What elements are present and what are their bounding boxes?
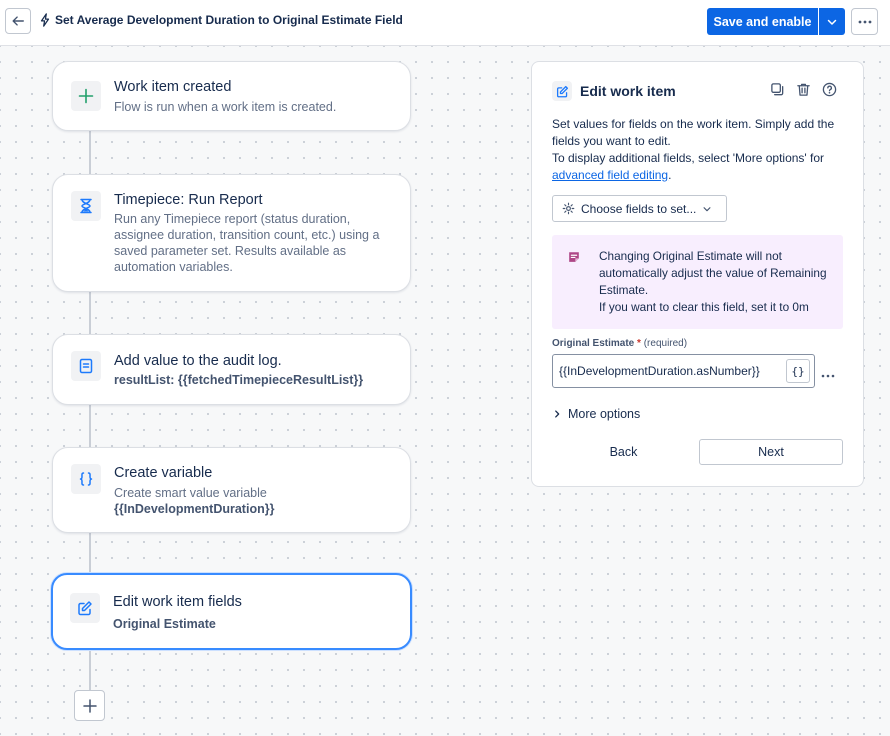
required-mark: *: [637, 338, 641, 349]
audit-log-prefix: resultList:: [114, 373, 178, 387]
notice-text: Changing Original Estimate will not auto…: [599, 248, 834, 316]
audit-log-value: {{fetchedTimepieceResultList}}: [177, 373, 364, 387]
info-notice: Changing Original Estimate will not auto…: [552, 235, 843, 329]
page-title: Set Average Development Duration to Orig…: [55, 13, 403, 27]
field-label-text: Original Estimate: [552, 338, 635, 349]
original-estimate-value: {{InDevelopmentDuration.asNumber}}: [559, 364, 760, 378]
note-icon: [567, 250, 581, 269]
flow-connector: [89, 405, 91, 447]
action-icon-box: [71, 351, 101, 381]
edit-icon: [78, 601, 92, 616]
step-title: Work item created: [114, 79, 232, 95]
copy-icon[interactable]: [770, 82, 785, 97]
required-text: (required): [643, 338, 688, 349]
description-line-1: Set values for fields on the work item. …: [552, 117, 835, 148]
variable-name: {{InDevelopmentDuration}}: [114, 502, 275, 516]
step-title: Add value to the audit log.: [114, 353, 282, 369]
trigger-icon-box: [71, 81, 101, 111]
step-title: Create variable: [114, 465, 213, 481]
description-end: .: [668, 168, 672, 182]
header-bar: Set Average Development Duration to Orig…: [0, 0, 890, 46]
flow-step-create-variable[interactable]: Create variable Create smart value varia…: [52, 447, 411, 533]
chevron-down-icon: [703, 206, 711, 211]
help-icon[interactable]: [822, 82, 837, 97]
hourglass-icon: [80, 198, 92, 214]
action-icon-box: [71, 464, 101, 494]
panel-header: Edit work item: [552, 81, 676, 101]
plus-icon: [78, 88, 94, 104]
next-step-button[interactable]: Next: [699, 439, 843, 465]
add-step-button[interactable]: [74, 690, 105, 721]
back-button[interactable]: [5, 8, 31, 34]
flow-connector: [89, 131, 91, 174]
description-line-2-text: To display additional fields, select 'Mo…: [552, 151, 825, 165]
panel-icon-box: [552, 81, 572, 101]
trash-icon[interactable]: [796, 82, 811, 97]
step-description: Original Estimate: [113, 617, 216, 631]
more-options-toggle[interactable]: More options: [552, 407, 640, 421]
curly-braces-icon: [79, 472, 93, 486]
back-step-button[interactable]: Back: [552, 439, 695, 465]
more-actions-button[interactable]: [851, 8, 878, 35]
edit-icon: [556, 85, 568, 97]
choose-fields-dropdown[interactable]: Choose fields to set...: [552, 195, 727, 222]
flow-step-timepiece-run-report[interactable]: Timepiece: Run Report Run any Timepiece …: [52, 174, 411, 292]
step-body: Work item created Flow is run when a wor…: [114, 78, 392, 115]
arrow-left-icon: [12, 16, 24, 26]
smart-value-button[interactable]: {}: [786, 359, 810, 383]
notice-line-1: Changing Original Estimate will not auto…: [599, 249, 827, 297]
step-title: Edit work item fields: [113, 594, 242, 610]
save-button-group: Save and enable: [707, 8, 845, 35]
flow-step-trigger[interactable]: Work item created Flow is run when a wor…: [52, 61, 411, 131]
step-description: Create smart value variable: [114, 486, 267, 500]
action-icon-box: [70, 593, 100, 623]
more-horizontal-icon: [858, 20, 871, 23]
document-icon: [79, 358, 93, 374]
flow-connector: [89, 649, 91, 690]
action-icon-box: [71, 191, 101, 221]
notice-line-2: If you want to clear this field, set it …: [599, 300, 809, 314]
original-estimate-input[interactable]: {{InDevelopmentDuration.asNumber}} {}: [552, 354, 815, 388]
edit-work-item-panel: Edit work item Set values for fields on …: [531, 61, 864, 487]
description-line-2: To display additional fields, select 'Mo…: [552, 150, 852, 184]
panel-description: Set values for fields on the work item. …: [552, 116, 852, 184]
step-description: resultList: {{fetchedTimepieceResultList…: [114, 372, 392, 388]
flow-connector: [89, 292, 91, 334]
save-options-dropdown[interactable]: [819, 8, 845, 35]
panel-actions: [770, 82, 837, 97]
lightning-bolt-icon: [40, 13, 50, 27]
step-body: Add value to the audit log. resultList: …: [114, 352, 392, 388]
step-title: Timepiece: Run Report: [114, 192, 263, 208]
more-options-label: More options: [568, 407, 641, 421]
chevron-right-icon: [555, 410, 560, 418]
flow-connector: [89, 533, 91, 573]
flow-step-audit-log[interactable]: Add value to the audit log. resultList: …: [52, 334, 411, 405]
flow-step-edit-work-item-fields[interactable]: Edit work item fields Original Estimate: [51, 573, 412, 650]
step-body: Timepiece: Run Report Run any Timepiece …: [114, 191, 392, 275]
gear-icon: [562, 202, 575, 215]
step-description: Flow is run when a work item is created.: [114, 100, 337, 114]
step-body: Edit work item fields Original Estimate: [113, 593, 392, 632]
choose-fields-label: Choose fields to set...: [581, 201, 697, 216]
step-body: Create variable Create smart value varia…: [114, 464, 392, 517]
step-description: Run any Timepiece report (status duratio…: [114, 212, 380, 274]
original-estimate-label: Original Estimate * (required): [552, 338, 687, 349]
field-more-button[interactable]: [821, 365, 835, 383]
plus-icon: [82, 698, 97, 713]
save-and-enable-button[interactable]: Save and enable: [707, 8, 818, 35]
advanced-field-editing-link[interactable]: advanced field editing: [552, 168, 668, 182]
title-wrap: Set Average Development Duration to Orig…: [39, 13, 403, 27]
more-horizontal-icon: [821, 374, 835, 378]
chevron-down-icon: [827, 19, 837, 25]
panel-title: Edit work item: [580, 83, 676, 99]
